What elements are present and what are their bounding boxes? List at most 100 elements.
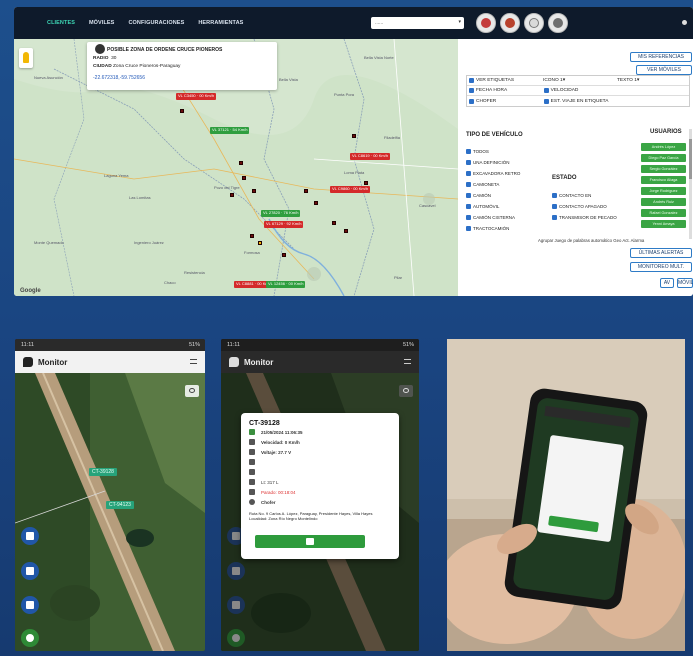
visibility-eye-icon[interactable] [399,385,413,397]
user-icon[interactable] [682,20,687,25]
map-icon[interactable] [21,562,39,580]
vehicle-marker[interactable] [352,134,356,138]
map-icon[interactable] [227,562,245,580]
estado-item[interactable]: TRANSMISOR DE PECADO [552,213,617,221]
svg-text:Bella Vista Norte: Bella Vista Norte [364,55,394,60]
user-button[interactable]: Francisco Aliaga [641,176,686,184]
av-button[interactable]: AV [660,278,674,288]
menu-icon[interactable] [404,359,411,364]
wrench-icon[interactable] [21,527,39,545]
monitoreo-mult-button[interactable]: MONITOREO MULT. [630,262,692,272]
vehicle-marker[interactable] [314,201,318,205]
vehicle-marker[interactable] [239,161,243,165]
driver: Chofer [261,499,276,505]
user-button[interactable]: Yenni Amaya [641,220,686,228]
estado-item[interactable]: CONTACTO APAGADO [552,202,607,210]
tipo-item[interactable]: TRACTOCAMIÓN [466,224,509,232]
clock-icon [249,489,255,495]
key-icon [249,429,255,435]
chat-logo-icon [229,357,239,367]
checkbox-checked-icon[interactable] [469,98,474,104]
car-icon[interactable] [21,596,39,614]
car-icon[interactable] [227,596,245,614]
tipo-item[interactable]: TODOS [466,147,489,155]
vehicle-marker[interactable] [332,221,336,225]
moviles-button[interactable]: MÓVILES [677,278,693,288]
vehicle-marker[interactable] [282,253,286,257]
tipo-item[interactable]: AUTOMÓVIL [466,202,499,210]
gear-icon[interactable] [227,629,245,647]
tools-icon[interactable] [500,13,520,33]
vehicle-label[interactable]: VL 67129 · 92 Km/h [264,221,304,228]
ultimas-alertas-button[interactable]: ÚLTIMAS ALERTAS [630,248,692,258]
vehicle-label[interactable]: VL 12456 · 00 Km/h [266,281,306,288]
mis-referencias-button[interactable]: MIS REFERENCIAS [630,52,692,62]
alert-icon[interactable] [476,13,496,33]
vehicle-marker[interactable] [304,189,308,193]
map-view[interactable]: Bella Vista Punta Pora Nueva Asunción La… [14,39,458,296]
user-button[interactable]: Rafael Gonzalez [641,209,686,217]
vehicle-label[interactable]: VL C3450 · 00 Km/h [176,93,217,100]
checkbox-checked-icon[interactable] [469,88,474,93]
vehicle-label[interactable]: VL 37121 · 54 Km/h [210,127,250,134]
gear-icon[interactable] [21,629,39,647]
vehicle-marker[interactable] [230,193,234,197]
app-title: Monitor [244,357,274,367]
search-select[interactable]: ...... ▾ [371,17,464,29]
chart-icon [249,459,255,465]
label-options-grid: VER ETIQUETAS ICONO 1▾ TEXTO 1▾ FECHA HO… [466,75,690,107]
visibility-eye-icon[interactable] [185,385,199,397]
nav-herramientas[interactable]: HERRAMIENTAS [198,20,243,26]
fuel-icon [249,479,255,485]
navigate-button[interactable] [255,535,365,548]
user-button[interactable]: Andrés López [641,143,686,151]
options-line[interactable]: Agrupar Juego de palabras automático Geo… [538,236,644,244]
nav-moviles[interactable]: MÓVILES [89,20,114,26]
vehicle-label[interactable]: VL 27820 · 76 Km/h [261,210,301,217]
svg-text:Las Lomitas: Las Lomitas [129,195,151,200]
vehicle-marker[interactable] [250,234,254,238]
tipo-item[interactable]: CAMIÓN CISTERNA [466,213,515,221]
user-button[interactable]: Diego Paz García [641,154,686,162]
icono-select[interactable]: ICONO 1▾ [543,78,565,83]
svg-text:Nueva Asunción: Nueva Asunción [34,75,63,80]
map-place-label: Bella Vista [279,77,299,82]
usuarios-scrollbar[interactable] [689,129,692,239]
nav-configuraciones[interactable]: CONFIGURACIONES [128,20,184,26]
vehicle-marker[interactable] [364,181,368,185]
nav-clientes[interactable]: CLIENTES [47,20,75,26]
svg-text:Chaco: Chaco [164,280,176,285]
globe-icon[interactable] [524,13,544,33]
users-icon[interactable] [548,13,568,33]
estado-item[interactable]: CONTACTO EN [552,191,591,199]
checkbox-checked-icon[interactable] [543,98,549,104]
vehicle-label[interactable]: VL C8619 · 00 Km/h [350,153,391,160]
vehicle-marker[interactable] [344,229,348,233]
vehicle-marker[interactable] [252,189,256,193]
checkbox-checked-icon[interactable] [469,78,474,83]
satellite-map[interactable] [15,373,205,651]
tipo-item[interactable]: EXCAVADORA RETRO [466,169,520,177]
street-view-pegman-icon[interactable] [19,48,33,68]
vehicle-marker[interactable] [258,241,262,245]
svg-text:Punta Pora: Punta Pora [334,92,355,97]
top-navbar: CLIENTES MÓVILES CONFIGURACIONES HERRAMI… [14,7,693,39]
menu-icon[interactable] [190,359,197,364]
svg-text:Laguna Yema: Laguna Yema [104,173,129,178]
zone-radio-row: RADIO 30 [93,56,117,61]
user-button[interactable]: Jorge Rodríguez [641,187,686,195]
ver-moviles-button[interactable]: VER MÓVILES [636,65,692,75]
vehicle-tag[interactable]: CT-94123 [106,501,134,509]
tipo-item[interactable]: CAMIÓN [466,191,491,199]
vehicle-tag[interactable]: CT-39128 [89,468,117,476]
checkbox-checked-icon[interactable] [543,88,549,93]
user-button[interactable]: Andrés Ruiz [641,198,686,206]
tipo-item[interactable]: UNA DEFINICIÓN [466,158,510,166]
user-button[interactable]: Sergio González [641,165,686,173]
vehicle-label[interactable]: VL C9860 · 00 Km/h [330,186,371,193]
vehicle-marker[interactable] [180,109,184,113]
vehicle-marker[interactable] [242,176,246,180]
texto-select[interactable]: TEXTO 1▾ [617,78,639,83]
phone-screen-map: 11:11 51% Monitor CT-39128 CT-94123 [15,339,205,651]
tipo-item[interactable]: CAMIONETA [466,180,499,188]
